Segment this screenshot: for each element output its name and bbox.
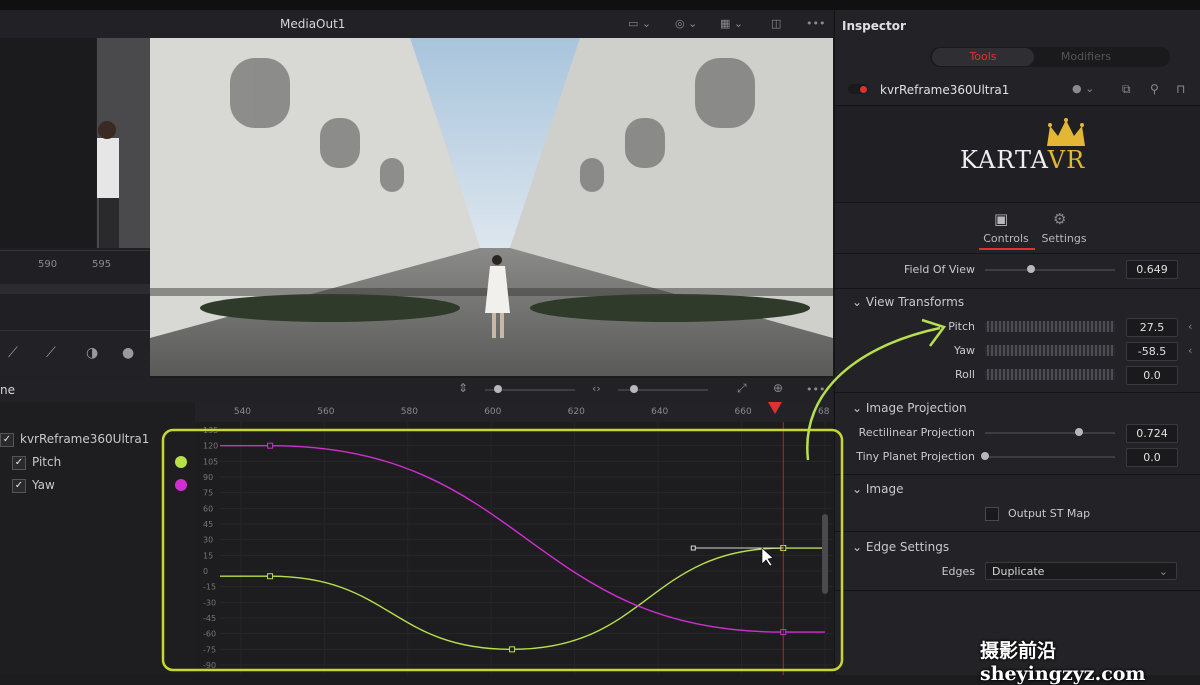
annotation-overlay — [161, 318, 947, 672]
watermark: 摄影前沿 sheyingzyz.com — [980, 640, 1146, 685]
highlight-box — [161, 428, 844, 672]
annotation-arrow — [806, 326, 941, 461]
annotation-arrowhead — [921, 318, 947, 347]
mouse-cursor-icon — [761, 547, 774, 567]
